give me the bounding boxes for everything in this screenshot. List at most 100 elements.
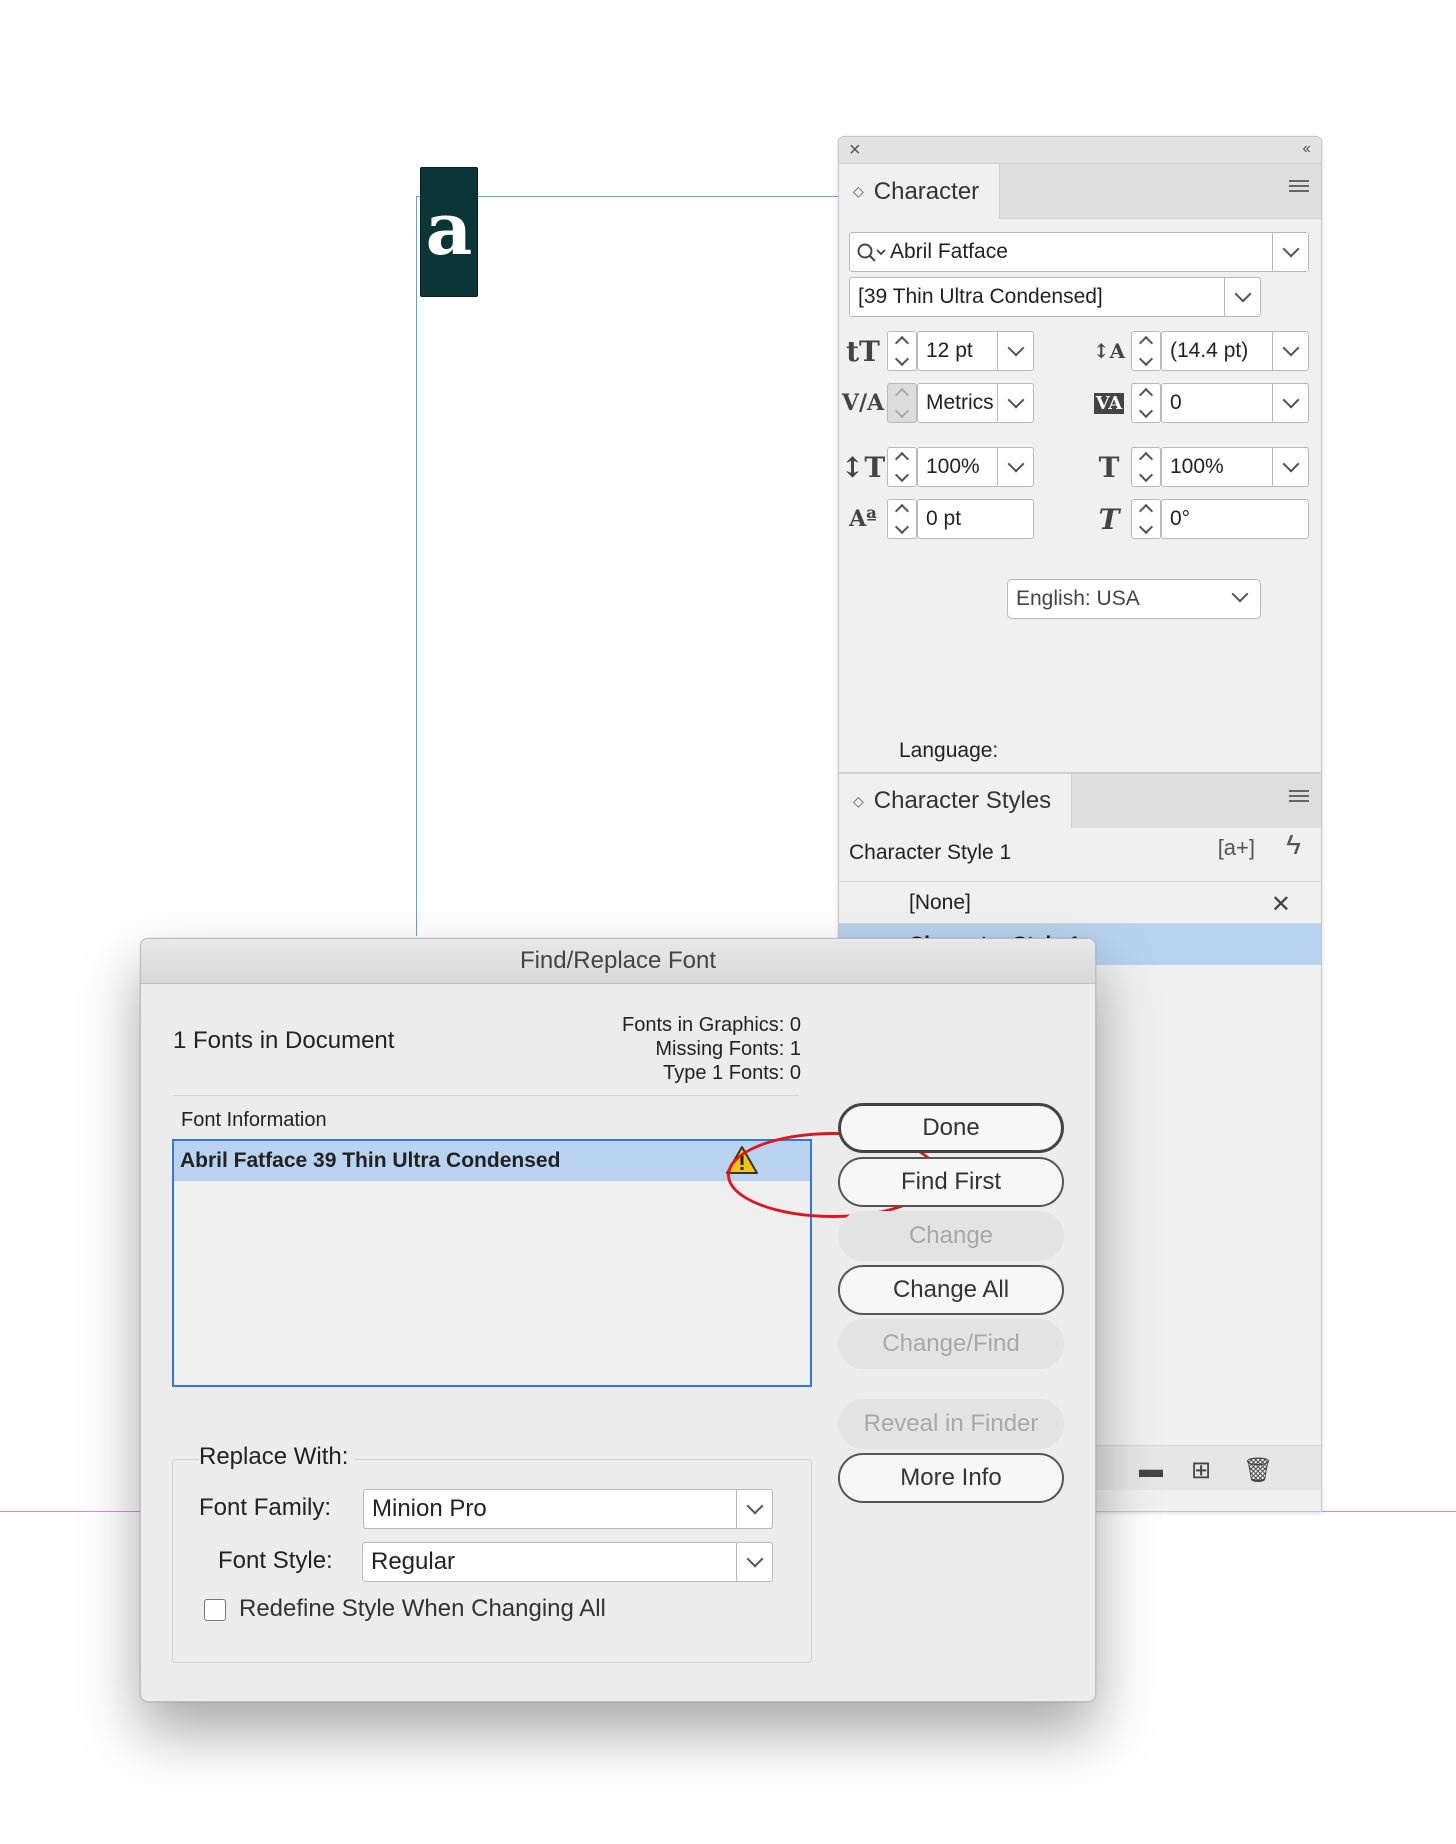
redefine-style-checkbox[interactable]: [204, 1599, 226, 1621]
chevron-down-icon: [1007, 339, 1025, 357]
more-info-button[interactable]: More Info: [838, 1453, 1064, 1503]
replace-font-style-dropdown[interactable]: [736, 1542, 773, 1582]
font-size-value: 12 pt: [926, 339, 973, 362]
baseline-shift-icon: Aª: [849, 506, 877, 532]
style-item-none[interactable]: [None] ✕: [839, 881, 1321, 923]
horizontal-scale-field[interactable]: 100%: [1161, 447, 1309, 487]
lightning-icon[interactable]: ϟ: [1286, 829, 1301, 861]
font-size-stepper[interactable]: [887, 331, 917, 371]
language-select[interactable]: English: USA: [1007, 579, 1261, 619]
tracking-value: 0: [1170, 391, 1182, 414]
tab-character-styles-label: Character Styles: [873, 787, 1052, 814]
find-replace-font-dialog: Find/Replace Font 1 Fonts in Document Fo…: [140, 938, 1096, 1702]
skew-stepper[interactable]: [1131, 499, 1161, 539]
tab-character-styles[interactable]: ◇ Character Styles: [839, 774, 1073, 828]
change-all-button[interactable]: Change All: [838, 1265, 1064, 1315]
tracking-field[interactable]: 0: [1161, 383, 1309, 423]
find-first-button[interactable]: Find First: [838, 1157, 1064, 1207]
replace-font-style-select[interactable]: Regular: [362, 1542, 773, 1582]
clear-overrides-icon: ✕: [1270, 891, 1291, 918]
panel-menu-icon[interactable]: [1289, 790, 1309, 805]
style-item-label: [None]: [909, 890, 971, 914]
font-family-dropdown[interactable]: [1272, 232, 1309, 272]
folder-icon[interactable]: ▬: [1139, 1456, 1163, 1484]
replace-font-family-value: Minion Pro: [372, 1495, 487, 1522]
skew-value: 0°: [1170, 507, 1191, 530]
horizontal-scale-value: 100%: [1170, 455, 1224, 478]
baseline-shift-value: 0 pt: [926, 507, 962, 530]
baseline-shift-stepper[interactable]: [887, 499, 917, 539]
language-label: Language:: [899, 739, 999, 762]
tracking-stepper[interactable]: [1131, 383, 1161, 423]
kerning-field[interactable]: Metrics: [917, 383, 1034, 423]
replace-font-family-dropdown[interactable]: [736, 1489, 773, 1529]
done-button[interactable]: Done: [838, 1103, 1064, 1153]
replace-font-family-select[interactable]: Minion Pro: [363, 1489, 773, 1529]
kerning-icon: V/A: [841, 390, 885, 416]
chevron-down-icon: [746, 1550, 764, 1568]
tracking-dropdown[interactable]: [1272, 383, 1309, 423]
horizontal-scale-stepper[interactable]: [1131, 447, 1161, 487]
font-list[interactable]: Abril Fatface 39 Thin Ultra Condensed: [172, 1139, 812, 1387]
font-list-item[interactable]: Abril Fatface 39 Thin Ultra Condensed: [174, 1141, 810, 1181]
leading-stepper[interactable]: [1131, 331, 1161, 371]
font-size-dropdown[interactable]: [997, 331, 1034, 371]
font-family-value: Abril Fatface: [890, 240, 1008, 263]
leading-value: (14.4 pt): [1170, 339, 1249, 362]
new-style-icon[interactable]: [a+]: [1218, 835, 1255, 861]
font-size-icon: tT: [846, 334, 880, 368]
tracking-icon: VA: [1093, 392, 1125, 414]
collapse-icon[interactable]: ‹‹: [1302, 140, 1311, 158]
vertical-scale-dropdown[interactable]: [997, 447, 1034, 487]
font-stats: Fonts in Graphics: 0 Missing Fonts: 1 Ty…: [622, 1013, 801, 1085]
font-style-field[interactable]: [39 Thin Ultra Condensed]: [849, 277, 1261, 317]
font-style-value: [39 Thin Ultra Condensed]: [858, 285, 1103, 308]
vertical-scale-icon: ↕T: [840, 450, 886, 484]
change-button[interactable]: Change: [838, 1211, 1064, 1261]
chevron-down-icon: [1282, 455, 1300, 473]
updown-icon: ◇: [853, 792, 864, 809]
fonts-in-document: 1 Fonts in Document: [173, 1027, 395, 1054]
leading-dropdown[interactable]: [1272, 331, 1309, 371]
horizontal-scale-dropdown[interactable]: [1272, 447, 1309, 487]
missing-fonts: Missing Fonts: 1: [655, 1038, 801, 1060]
chevron-down-icon: [1282, 391, 1300, 409]
new-item-icon[interactable]: ⊞: [1191, 1456, 1211, 1485]
text-frame-glyph[interactable]: a: [420, 167, 478, 297]
horizontal-scale-icon: T: [1098, 450, 1120, 484]
frame-edge-left: [416, 196, 417, 936]
skew-field[interactable]: 0°: [1161, 499, 1309, 539]
type1-fonts: Type 1 Fonts: 0: [663, 1062, 801, 1084]
font-family-label: Font Family:: [199, 1494, 332, 1521]
panel-menu-icon[interactable]: [1289, 180, 1309, 195]
trash-icon[interactable]: 🗑: [1243, 1456, 1273, 1485]
close-icon[interactable]: ×: [849, 139, 861, 162]
replace-with-title: Replace With:: [199, 1443, 355, 1471]
skew-icon: T: [1098, 502, 1120, 536]
font-style-label: Font Style:: [218, 1547, 333, 1574]
chevron-down-icon: [746, 1497, 764, 1515]
frame-edge-top: [416, 196, 840, 197]
reveal-in-finder-button[interactable]: Reveal in Finder: [838, 1399, 1064, 1449]
chevron-down-icon: [1007, 455, 1025, 473]
language-value: English: USA: [1016, 587, 1140, 610]
chevron-down-icon: [1234, 285, 1252, 303]
vertical-scale-field[interactable]: 100%: [917, 447, 1034, 487]
tab-character[interactable]: ◇ Character: [839, 164, 1001, 219]
chevron-down-icon: [1282, 240, 1300, 258]
change-find-button[interactable]: Change/Find: [838, 1319, 1064, 1369]
vertical-scale-stepper[interactable]: [887, 447, 917, 487]
replace-font-style-value: Regular: [371, 1548, 456, 1575]
baseline-shift-field[interactable]: 0 pt: [917, 499, 1034, 539]
kerning-dropdown[interactable]: [997, 383, 1034, 423]
font-family-field[interactable]: Abril Fatface: [849, 232, 1309, 272]
font-style-dropdown[interactable]: [1224, 277, 1261, 317]
chevron-down-icon: [1007, 391, 1025, 409]
tab-character-label: Character: [873, 177, 980, 205]
character-tabbar: ◇ Character: [839, 164, 1321, 219]
font-size-field[interactable]: 12 pt: [917, 331, 1034, 371]
leading-field[interactable]: (14.4 pt): [1161, 331, 1309, 371]
font-information-label: Font Information: [181, 1109, 327, 1131]
kerning-stepper[interactable]: [887, 383, 917, 423]
redefine-style-label[interactable]: Redefine Style When Changing All: [239, 1595, 606, 1623]
